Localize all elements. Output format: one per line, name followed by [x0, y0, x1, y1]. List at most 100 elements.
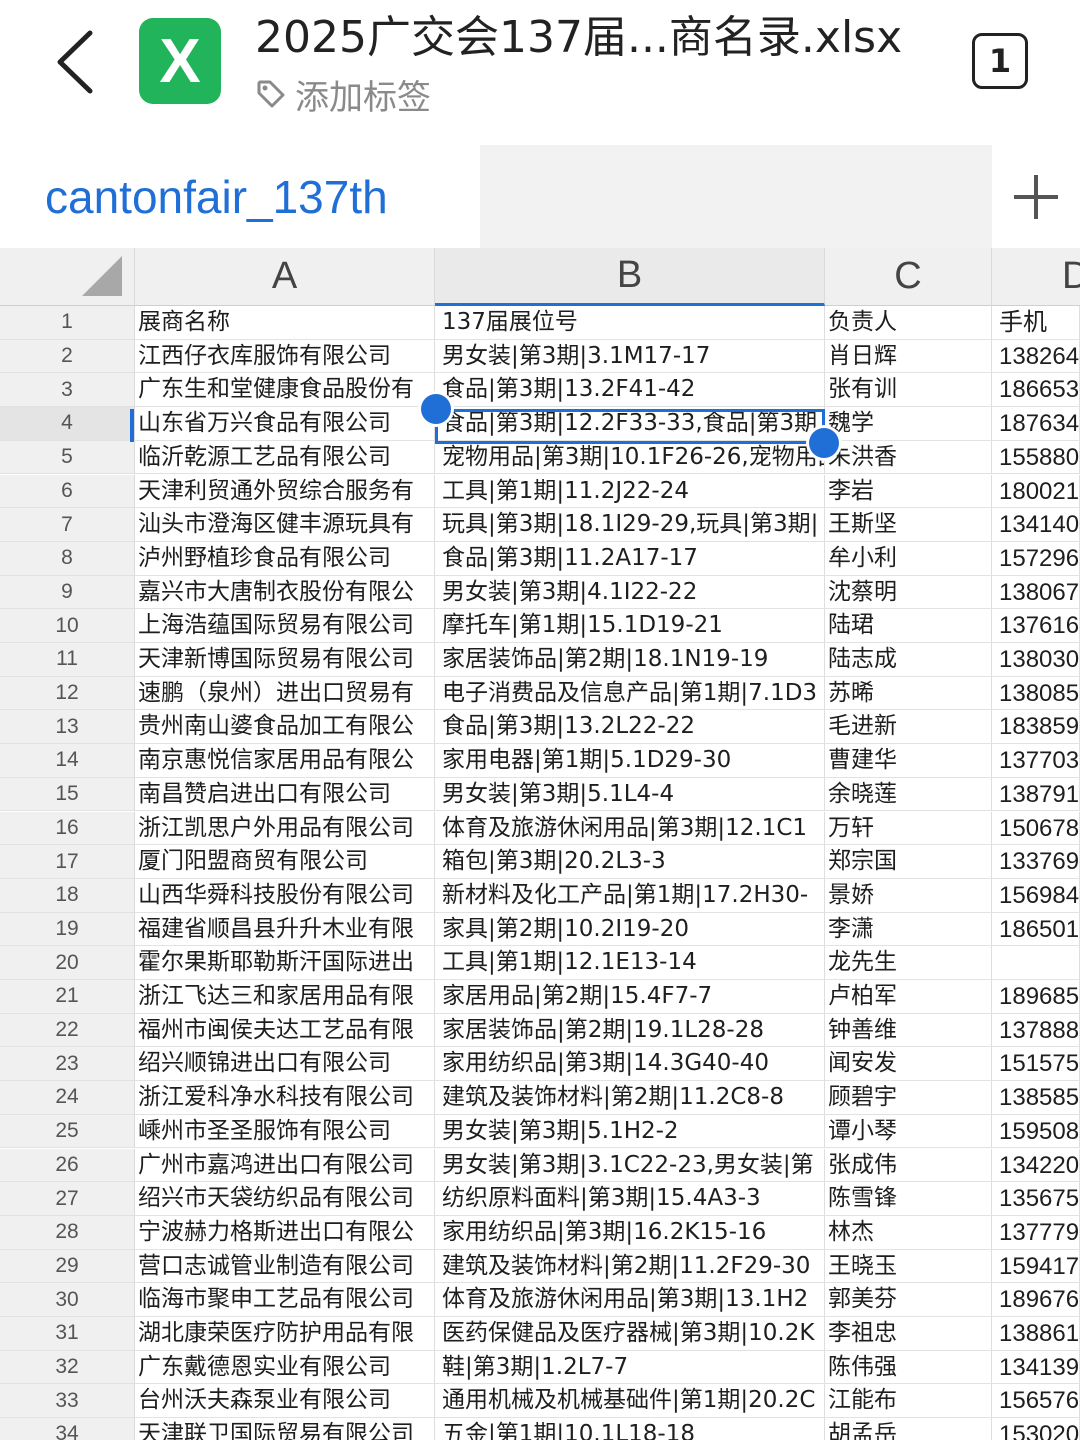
cell-booth-number[interactable]: 家用电器|第1期|5.1D29-30	[435, 744, 825, 778]
cell-phone[interactable]: 134220	[992, 1148, 1080, 1183]
cell-phone[interactable]: 137703	[992, 744, 1080, 778]
cell-booth-number[interactable]: 食品|第3期|11.2A17-17	[435, 541, 825, 576]
cell-booth-number[interactable]: 家具|第2期|10.2I19-20	[435, 912, 825, 947]
row-number[interactable]: 20	[0, 946, 135, 980]
cell-phone[interactable]: 159508	[992, 1114, 1080, 1149]
cell-phone[interactable]: 138585	[992, 1081, 1080, 1115]
cell-exhibitor-name[interactable]: 展商名称	[135, 306, 435, 340]
row-number[interactable]: 23	[0, 1047, 135, 1082]
cell-exhibitor-name[interactable]: 广东生和堂健康食品股份有	[135, 373, 435, 408]
cell-contact-person[interactable]: 陈伟强	[825, 1350, 992, 1385]
cell-booth-number[interactable]: 食品|第3期|13.2L22-22	[435, 710, 825, 745]
cell-booth-number[interactable]: 纺织原料面料|第3期|15.4A3-3	[435, 1182, 825, 1216]
cell-contact-person[interactable]: 苏晞	[825, 676, 992, 711]
cell-booth-number[interactable]: 食品|第3期|13.2F41-42	[435, 373, 825, 408]
row-number[interactable]: 10	[0, 609, 135, 643]
cell-exhibitor-name[interactable]: 台州沃夫森泵业有限公司	[135, 1384, 435, 1419]
cell-exhibitor-name[interactable]: 福建省顺昌县升升木业有限	[135, 912, 435, 947]
row-number[interactable]: 12	[0, 676, 135, 711]
cell-booth-number[interactable]: 男女装|第3期|3.1C22-23,男女装|第	[435, 1148, 825, 1183]
row-number[interactable]: 17	[0, 845, 135, 879]
cell-contact-person[interactable]: 陆珺	[825, 609, 992, 643]
cell-booth-number[interactable]: 家用纺织品|第3期|14.3G40-40	[435, 1047, 825, 1082]
cell-phone[interactable]: 156576	[992, 1384, 1080, 1419]
selection-end-handle[interactable]	[809, 428, 839, 458]
cell-booth-number[interactable]: 家居装饰品|第2期|18.1N19-19	[435, 643, 825, 677]
cell-exhibitor-name[interactable]: 浙江飞达三和家居用品有限	[135, 980, 435, 1014]
cell-phone[interactable]	[992, 946, 1080, 980]
cell-phone[interactable]: 138030	[992, 643, 1080, 677]
cell-exhibitor-name[interactable]: 广州市嘉鸿进出口有限公司	[135, 1148, 435, 1183]
row-number[interactable]: 29	[0, 1249, 135, 1284]
row-number[interactable]: 32	[0, 1350, 135, 1385]
cell-contact-person[interactable]: 龙先生	[825, 946, 992, 980]
cell-exhibitor-name[interactable]: 宁波赫力格斯进出口有限公	[135, 1215, 435, 1250]
row-number[interactable]: 25	[0, 1114, 135, 1149]
cell-phone[interactable]: 155880	[992, 440, 1080, 475]
cell-exhibitor-name[interactable]: 绍兴顺锦进出口有限公司	[135, 1047, 435, 1082]
back-button[interactable]	[40, 22, 110, 102]
cell-exhibitor-name[interactable]: 嘉兴市大唐制衣股份有限公	[135, 575, 435, 610]
cell-exhibitor-name[interactable]: 广东戴德恩实业有限公司	[135, 1350, 435, 1385]
row-number[interactable]: 13	[0, 710, 135, 745]
cell-phone[interactable]: 138067	[992, 575, 1080, 610]
cell-phone[interactable]: 134140	[992, 508, 1080, 542]
cell-exhibitor-name[interactable]: 南京惠悦信家居用品有限公	[135, 744, 435, 778]
cell-contact-person[interactable]: 肖日辉	[825, 339, 992, 374]
cell-exhibitor-name[interactable]: 浙江凯思户外用品有限公司	[135, 811, 435, 846]
cell-exhibitor-name[interactable]: 湖北康荣医疗防护用品有限	[135, 1317, 435, 1351]
cell-phone[interactable]: 183859	[992, 710, 1080, 745]
selection-start-handle[interactable]	[421, 394, 451, 424]
cell-phone[interactable]: 133769	[992, 845, 1080, 879]
cell-exhibitor-name[interactable]: 速鹏（泉州）进出口贸易有	[135, 676, 435, 711]
cell-contact-person[interactable]: 张有训	[825, 373, 992, 408]
cell-phone[interactable]: 151575	[992, 1047, 1080, 1082]
cell-contact-person[interactable]: 江能布	[825, 1384, 992, 1419]
cell-contact-person[interactable]: 陈雪锋	[825, 1182, 992, 1216]
cell-exhibitor-name[interactable]: 南昌赞启进出口有限公司	[135, 777, 435, 812]
cell-phone[interactable]: 180021	[992, 474, 1080, 509]
cell-phone[interactable]: 138085	[992, 676, 1080, 711]
cell-booth-number[interactable]: 家居用品|第2期|15.4F7-7	[435, 980, 825, 1014]
cell-contact-person[interactable]: 顾碧宇	[825, 1081, 992, 1115]
cell-exhibitor-name[interactable]: 福州市闽侯夫达工艺品有限	[135, 1013, 435, 1048]
cell-contact-person[interactable]: 曹建华	[825, 744, 992, 778]
cell-contact-person[interactable]: 郑宗国	[825, 845, 992, 879]
cell-contact-person[interactable]: 李潇	[825, 912, 992, 947]
cell-contact-person[interactable]: 钟善维	[825, 1013, 992, 1048]
row-number[interactable]: 31	[0, 1317, 135, 1351]
cell-contact-person[interactable]: 陆志成	[825, 643, 992, 677]
cell-contact-person[interactable]: 朱洪香	[825, 440, 992, 475]
row-number[interactable]: 28	[0, 1215, 135, 1250]
cell-contact-person[interactable]: 郭美芬	[825, 1283, 992, 1317]
cell-contact-person[interactable]: 胡孟岳	[825, 1418, 992, 1440]
cell-contact-person[interactable]: 卢柏军	[825, 980, 992, 1014]
row-number[interactable]: 34	[0, 1418, 135, 1440]
column-header-a[interactable]: A	[135, 248, 435, 306]
cell-contact-person[interactable]: 李祖忠	[825, 1317, 992, 1351]
row-number[interactable]: 26	[0, 1148, 135, 1183]
cell-booth-number[interactable]: 宠物用品|第3期|10.1F26-26,宠物用品	[435, 440, 825, 475]
row-number[interactable]: 15	[0, 777, 135, 812]
cell-exhibitor-name[interactable]: 泸州野植珍食品有限公司	[135, 541, 435, 576]
cell-contact-person[interactable]: 谭小琴	[825, 1114, 992, 1149]
column-header-b[interactable]: B	[435, 248, 825, 306]
cell-phone[interactable]: 150678	[992, 811, 1080, 846]
cell-booth-number[interactable]: 玩具|第3期|18.1I29-29,玩具|第3期|	[435, 508, 825, 542]
cell-booth-number[interactable]: 五金|第1期|10.1L18-18	[435, 1418, 825, 1440]
cell-contact-person[interactable]: 魏学	[825, 407, 992, 441]
add-tag-button[interactable]: 添加标签	[255, 72, 431, 118]
cell-booth-number[interactable]: 体育及旅游休闲用品|第3期|12.1C1	[435, 811, 825, 846]
row-number[interactable]: 9	[0, 575, 135, 610]
cell-phone[interactable]: 手机	[992, 306, 1080, 340]
cell-phone[interactable]: 138861	[992, 1317, 1080, 1351]
row-number[interactable]: 6	[0, 474, 135, 509]
cell-phone[interactable]: 186653	[992, 373, 1080, 408]
cell-booth-number[interactable]: 工具|第1期|11.2J22-24	[435, 474, 825, 509]
row-number[interactable]: 3	[0, 373, 135, 408]
cell-phone[interactable]: 187634	[992, 407, 1080, 441]
cell-phone[interactable]: 189685	[992, 980, 1080, 1014]
cell-exhibitor-name[interactable]: 浙江爱科净水科技有限公司	[135, 1081, 435, 1115]
cell-exhibitor-name[interactable]: 临海市聚申工艺品有限公司	[135, 1283, 435, 1317]
cell-booth-number[interactable]: 工具|第1期|12.1E13-14	[435, 946, 825, 980]
